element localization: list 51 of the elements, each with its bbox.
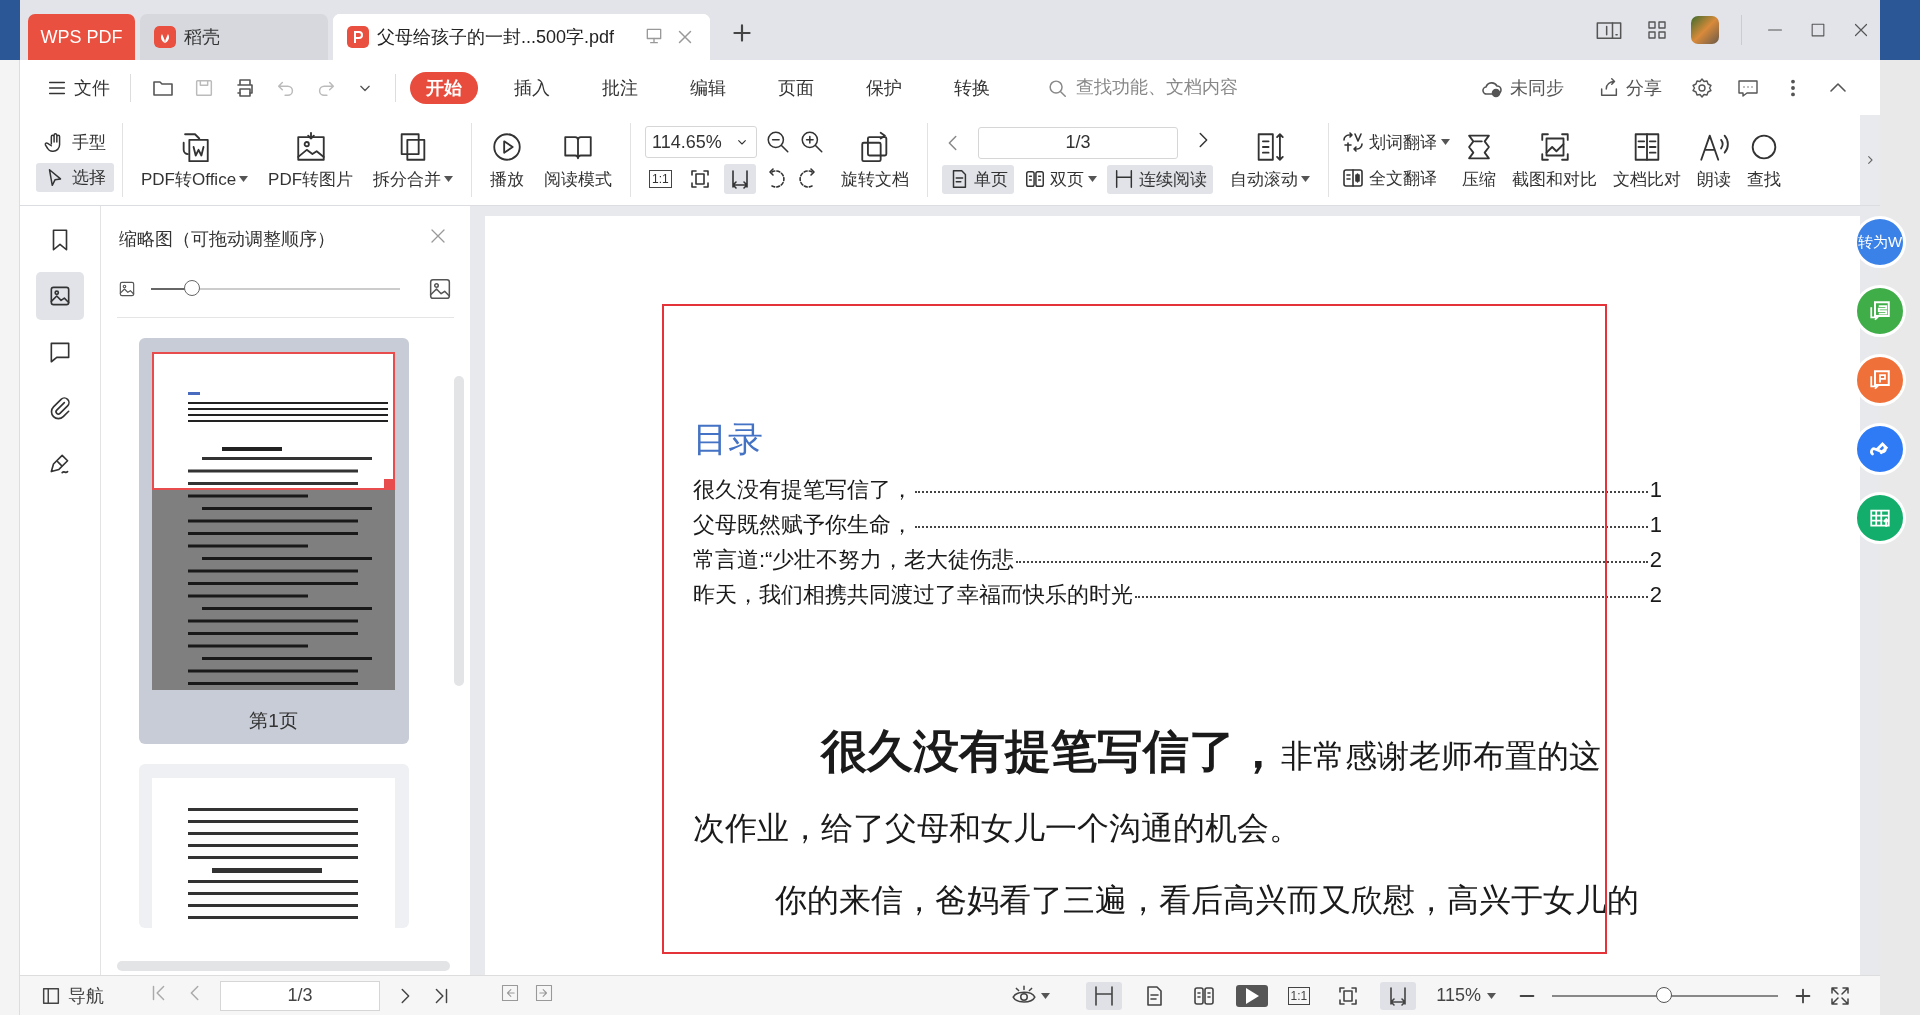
toc-page-number: 2 [1649,547,1662,573]
toc-title: 目录 [693,418,764,460]
toc-page-number: 1 [1649,512,1662,538]
share-button[interactable]: 分享 [1592,71,1668,104]
toc-page-number: 1 [1649,477,1662,503]
toc-entry[interactable]: 父母既然赋予你生命， [693,510,913,540]
translate-button[interactable]: 划词翻译 [1337,127,1455,157]
zoom-dropdown[interactable]: 115% [1430,983,1502,1008]
view-mode-button[interactable]: 连续阅读 [1107,164,1214,194]
view-mode-button[interactable]: 双页 [1018,164,1104,194]
ribbon-tab[interactable]: 保护 [850,71,918,104]
file-menu[interactable]: 文件 [40,71,116,104]
toolbar-button[interactable]: PDF转Office [131,115,259,205]
toolbar-button[interactable]: 播放 [480,115,535,205]
toolbar-button[interactable]: 压缩 [1454,115,1505,205]
tab[interactable]: 稻壳 [140,14,328,60]
toolbar-button[interactable]: 截图和对比 [1504,115,1606,205]
ribbon-tab[interactable]: 页面 [762,71,830,104]
select-tool[interactable]: 选择 [36,163,114,192]
toolbar-button[interactable]: 拆分合并 [363,115,464,205]
search-field[interactable]: 查找功能、文档内容 [1074,76,1418,99]
toc-entry[interactable]: 昨天，我们相携共同渡过了幸福而快乐的时光 [693,580,1133,610]
translate-button[interactable]: 全文翻译 [1337,163,1455,193]
toolbar-button[interactable]: 查找 [1739,115,1790,205]
view-mode-button[interactable]: 单页 [942,164,1015,194]
page-field[interactable]: 1/3 [978,126,1179,159]
toolbar-button[interactable]: PDF转图片 [258,115,364,205]
toolbar-button[interactable]: 自动滚动 [1220,115,1321,205]
sync-button[interactable]: 未同步 [1474,71,1570,104]
thumbnail-card[interactable]: 第1页 [138,338,409,744]
ribbon-tab[interactable]: 开始 [410,71,478,104]
panel-title: 缩略图（可拖动调整顺序） [119,227,335,251]
ribbon-tab[interactable]: 批注 [586,71,654,104]
toolbar-button[interactable]: 文档比对 [1605,115,1690,205]
tab[interactable]: WPS PDF [28,14,135,60]
tab[interactable]: 父母给孩子的一封...500字.pdf [333,14,710,60]
hand-tool[interactable]: 手型 [36,128,114,157]
page-field[interactable]: 1/3 [220,980,380,1011]
ribbon-tab[interactable]: 编辑 [674,71,742,104]
ribbon-tab[interactable]: 插入 [498,71,566,104]
toc-page-number: 2 [1649,582,1662,608]
toc-entry[interactable]: 常言道:“少壮不努力，老大徒伤悲 [693,545,1015,575]
toolbar-button[interactable]: 旋转文档 [831,115,920,205]
paragraph: 你的来信，爸妈看了三遍，看后高兴而又欣慰，高兴于女儿的 [774,881,1640,920]
toolbar-button[interactable]: 阅读模式 [534,115,623,205]
toolbar-button[interactable]: 朗读 [1689,115,1740,205]
zoom-field[interactable]: 114.65% [645,126,758,158]
paragraph: 很久没有提笔写信了，非常感谢老师布置的这次作业，给了父母和女儿一个沟通的机会。 [693,724,1602,848]
navigation-button[interactable]: 导航 [34,981,110,1010]
toc-entry[interactable]: 很久没有提笔写信了， [693,475,913,505]
ribbon-tab[interactable]: 转换 [938,71,1006,104]
